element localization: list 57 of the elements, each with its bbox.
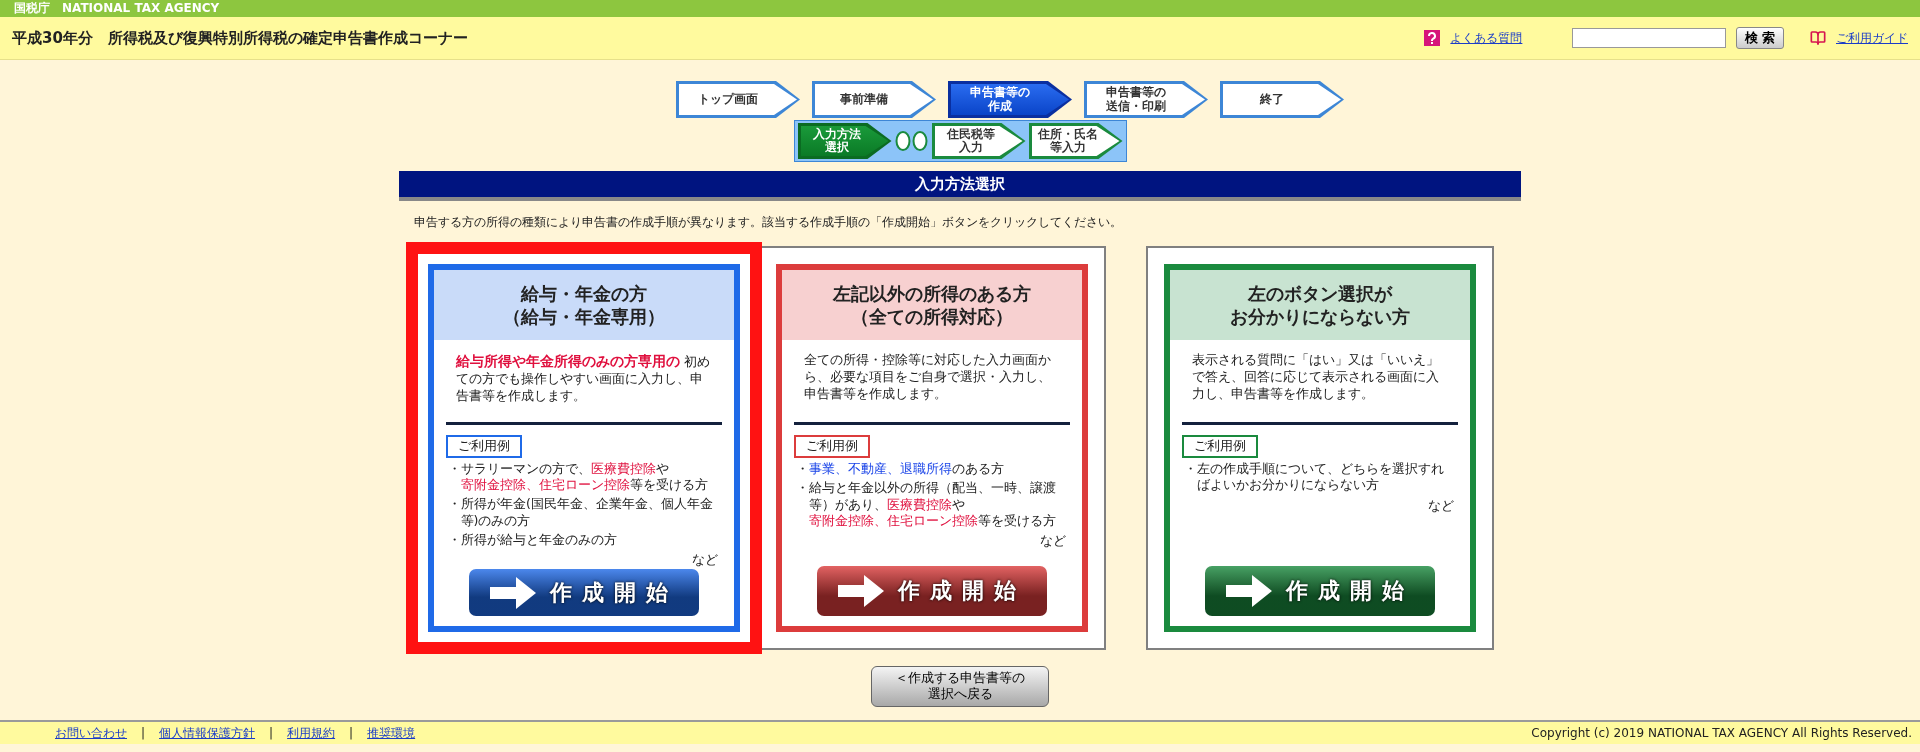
topic-link[interactable]: 寄附金控除、住宅ローン控除 <box>460 477 630 493</box>
progress-step[interactable]: 申告書等の 送信・印刷 <box>1084 81 1208 118</box>
faq-link[interactable]: よくある質問 <box>1450 29 1523 47</box>
examples-label: ご利用例 <box>794 435 870 458</box>
start-button[interactable]: 作成開始 <box>817 566 1047 616</box>
progress-step[interactable]: 事前準備 <box>812 81 936 118</box>
card-title: 左記以外の所得のある方 （全ての所得対応） <box>782 270 1082 340</box>
card-description: 全ての所得・控除等に対応した入力画面から、必要な項目をご自身で選択・入力し、申告書等を作成します。 <box>803 351 1052 403</box>
footer-link[interactable]: 推奨環境 <box>367 724 416 742</box>
search-button[interactable]: 検 索 <box>1736 27 1784 49</box>
card-title: 左のボタン選択が お分かりにならない方 <box>1170 270 1470 340</box>
arrow-right-icon <box>490 576 536 609</box>
footer-separator: | <box>269 726 274 740</box>
topic-link[interactable]: 事業、不動産、退職所得 <box>809 461 952 476</box>
card-title: 給与・年金の方 （給与・年金専用） <box>434 270 734 340</box>
etc-text: など <box>1427 496 1455 515</box>
page-title: 平成30年分 所得税及び復興特別所得税の確定申告書作成コーナー <box>12 28 469 48</box>
copyright-text: Copyright (c) 2019 NATIONAL TAX AGENCY All Rights Reserved. <box>1531 726 1912 740</box>
card-description: 給与所得や年金所得のみの方専用の 初めての方でも操作しやすい画面に入力し、申告書等を作成します。 <box>454 352 711 405</box>
book-icon <box>1810 30 1826 46</box>
topic-link[interactable]: 医療費控除 <box>591 460 656 476</box>
example-item: ・所得が年金(国民年金、企業年金、個人年金等)のみの方 <box>447 495 714 529</box>
card-description: 表示される質問に「はい」又は「いいえ」で答え、回答に応じて表示される画面に入力し、申告書等を作成します。 <box>1191 351 1440 403</box>
help-icon <box>1424 30 1441 46</box>
progress-step[interactable]: 申告書等の 作成 <box>948 81 1072 118</box>
guide-link[interactable]: ご利用ガイド <box>1836 29 1908 47</box>
example-item: ・左の作成手順について、どちらを選択すればよいかお分かりにならない方 <box>1183 460 1445 494</box>
progress-step[interactable]: トップ画面 <box>676 81 800 118</box>
footer-link[interactable]: 利用規約 <box>287 724 336 742</box>
sub-step[interactable]: 入力方法 選択 <box>797 123 892 159</box>
examples-label: ご利用例 <box>1182 435 1258 458</box>
footer-link[interactable]: お問い合わせ <box>55 724 127 742</box>
topic-link[interactable]: 医療費控除 <box>886 496 952 512</box>
arrow-right-icon <box>1226 575 1272 607</box>
etc-text: など <box>1039 532 1067 550</box>
footer-link[interactable]: 個人情報保護方針 <box>159 724 256 742</box>
example-item: ・サラリーマンの方で、医療費控除や 寄附金控除、住宅ローン控除等を受ける方 <box>447 459 709 494</box>
agency-name: 国税庁 NATIONAL TAX AGENCY <box>0 0 1920 17</box>
sub-step[interactable]: 住所・氏名 等入力 <box>1028 123 1123 159</box>
back-button[interactable]: ＜作成する申告書等の 選択へ戻る <box>871 666 1049 707</box>
dots-icon <box>894 130 929 152</box>
example-item: ・給与と年金以外の所得（配当、一時、譲渡等）があり、医療費控除や 寄附金控除、住宅ローン控除等を受ける方 <box>795 479 1057 529</box>
footer-separator: | <box>141 726 146 740</box>
etc-text: など <box>691 551 719 570</box>
search-field[interactable] <box>1572 28 1727 48</box>
example-item: ・所得が給与と年金のみの方 <box>447 530 618 549</box>
sub-step[interactable]: 住民税等 入力 <box>931 123 1026 159</box>
topic-link[interactable]: 寄附金控除、住宅ローン控除 <box>808 512 978 528</box>
example-item: ・事業、不動産、退職所得のある方 <box>795 460 1005 478</box>
start-button[interactable]: 作成開始 <box>1205 566 1435 616</box>
progress-step[interactable]: 終了 <box>1220 81 1344 118</box>
arrow-right-icon <box>838 575 884 607</box>
start-button[interactable]: 作成開始 <box>469 569 699 616</box>
examples-label: ご利用例 <box>446 434 522 458</box>
footer-separator: | <box>349 726 354 740</box>
instruction-text: 申告する方の所得の種類により申告書の作成手順が異なります。該当する作成手順の「作成開始」ボタンをクリックしてください。 <box>414 215 1123 230</box>
section-title: 入力方法選択 <box>399 171 1521 201</box>
